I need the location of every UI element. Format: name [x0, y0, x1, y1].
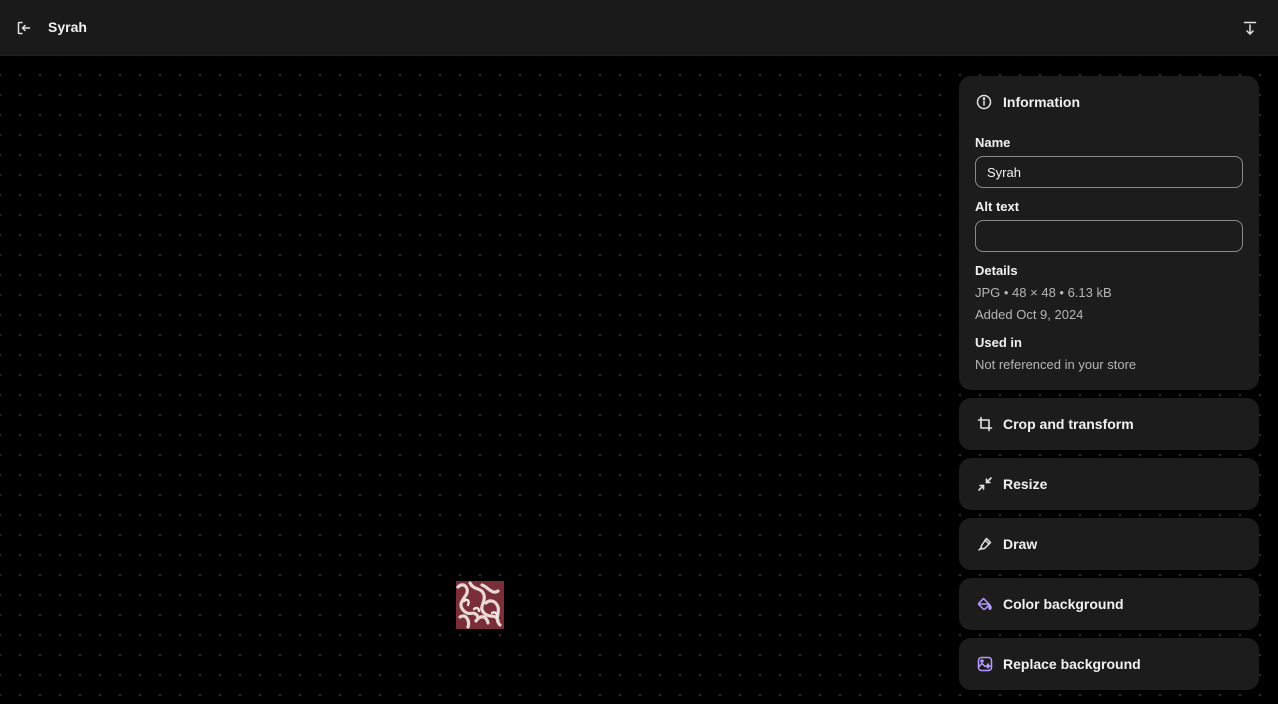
file-details: JPG • 48 × 48 • 6.13 kB: [975, 285, 1112, 300]
exit-icon: [17, 21, 31, 35]
crop-and-transform-button[interactable]: Crop and transform: [959, 398, 1259, 450]
information-heading: Information: [1003, 94, 1080, 110]
draw-label: Draw: [1003, 536, 1038, 552]
added-date: Added Oct 9, 2024: [975, 307, 1084, 322]
used-in-value: Not referenced in your store: [975, 357, 1137, 372]
information-panel: Information Name Alt text Details JPG • …: [959, 76, 1259, 390]
color-background-label: Color background: [1003, 596, 1124, 612]
replace-image-icon: [976, 655, 994, 673]
pen-icon: [976, 535, 994, 553]
name-input[interactable]: [975, 156, 1243, 188]
page-title: Syrah: [48, 19, 87, 35]
paint-bucket-icon: [976, 595, 994, 613]
replace-background-button[interactable]: Replace background: [959, 638, 1259, 690]
replace-background-label: Replace background: [1003, 656, 1141, 672]
alt-text-label: Alt text: [975, 199, 1020, 214]
resize-button[interactable]: Resize: [959, 458, 1259, 510]
resize-icon: [976, 475, 994, 493]
image-preview: [456, 581, 504, 629]
color-background-button[interactable]: Color background: [959, 578, 1259, 630]
draw-button[interactable]: Draw: [959, 518, 1259, 570]
exit-button[interactable]: [12, 16, 36, 40]
top-bar: Syrah: [0, 0, 1278, 56]
info-icon: [975, 93, 993, 111]
alt-text-input[interactable]: [975, 220, 1243, 252]
download-icon: [1243, 21, 1257, 35]
name-label: Name: [975, 135, 1011, 150]
information-header: Information: [975, 93, 1080, 111]
resize-label: Resize: [1003, 476, 1048, 492]
details-label: Details: [975, 263, 1018, 278]
crop-icon: [976, 415, 994, 433]
used-in-label: Used in: [975, 335, 1022, 350]
crop-and-transform-label: Crop and transform: [1003, 416, 1134, 432]
download-button[interactable]: [1238, 16, 1262, 40]
